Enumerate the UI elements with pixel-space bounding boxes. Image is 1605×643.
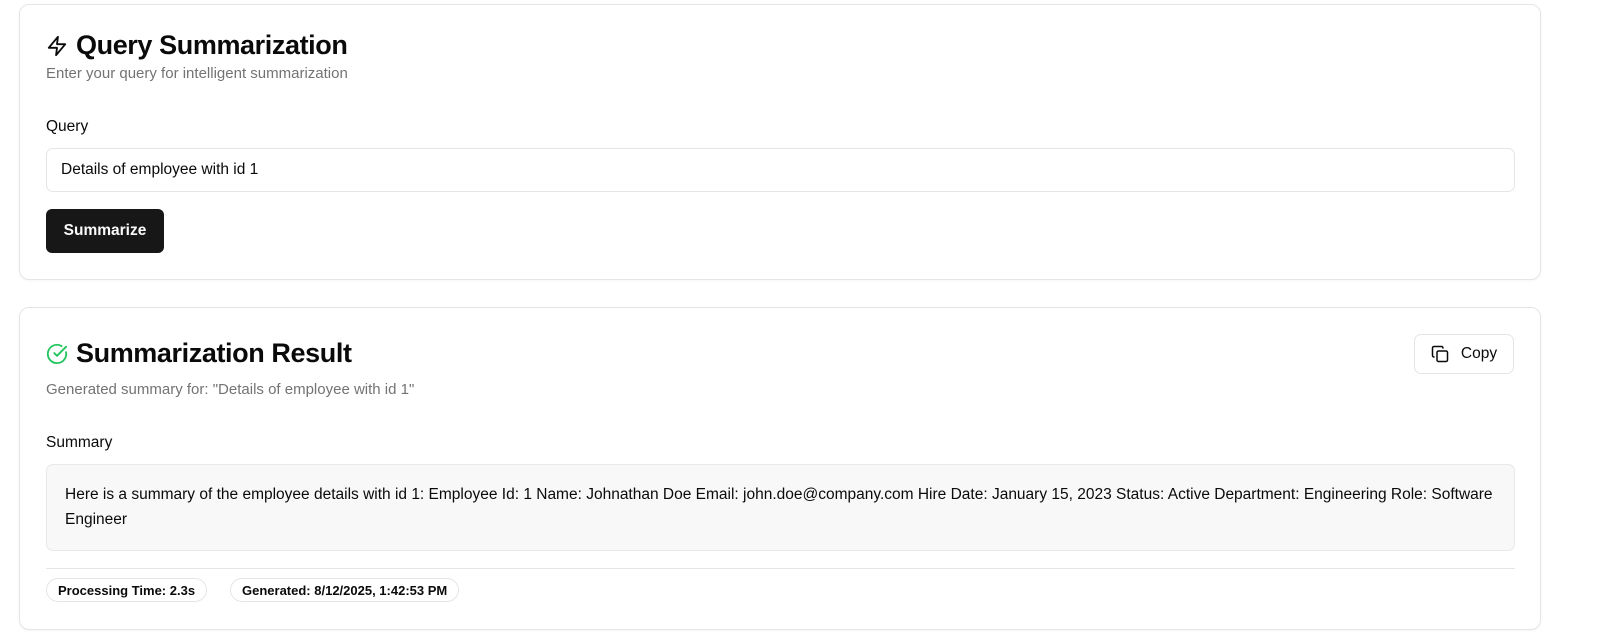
result-card-header: Summarization Result xyxy=(46,338,352,369)
result-card: Summarization Result Copy Generated summ… xyxy=(19,307,1541,630)
summary-text: Here is a summary of the employee detail… xyxy=(46,464,1515,551)
copy-icon xyxy=(1431,345,1449,363)
summary-label: Summary xyxy=(46,434,113,451)
query-card: Query Summarization Enter your query for… xyxy=(19,4,1541,280)
processing-time-badge: Processing Time: 2.3s xyxy=(46,578,208,602)
query-card-title: Query Summarization xyxy=(76,30,348,60)
query-card-header: Query Summarization xyxy=(46,30,348,61)
copy-button[interactable]: Copy xyxy=(1414,334,1514,374)
lightning-icon xyxy=(46,35,68,57)
divider xyxy=(46,568,1515,569)
query-input[interactable] xyxy=(46,148,1515,192)
copy-button-label: Copy xyxy=(1460,345,1498,362)
generated-timestamp-badge: Generated: 8/12/2025, 1:42:53 PM xyxy=(230,578,460,602)
query-label: Query xyxy=(46,118,89,135)
check-circle-icon xyxy=(46,343,68,365)
result-card-title: Summarization Result xyxy=(76,338,352,368)
result-card-subtitle: Generated summary for: "Details of emplo… xyxy=(46,381,415,398)
query-card-subtitle: Enter your query for intelligent summari… xyxy=(46,65,348,82)
summarize-button[interactable]: Summarize xyxy=(46,209,164,253)
